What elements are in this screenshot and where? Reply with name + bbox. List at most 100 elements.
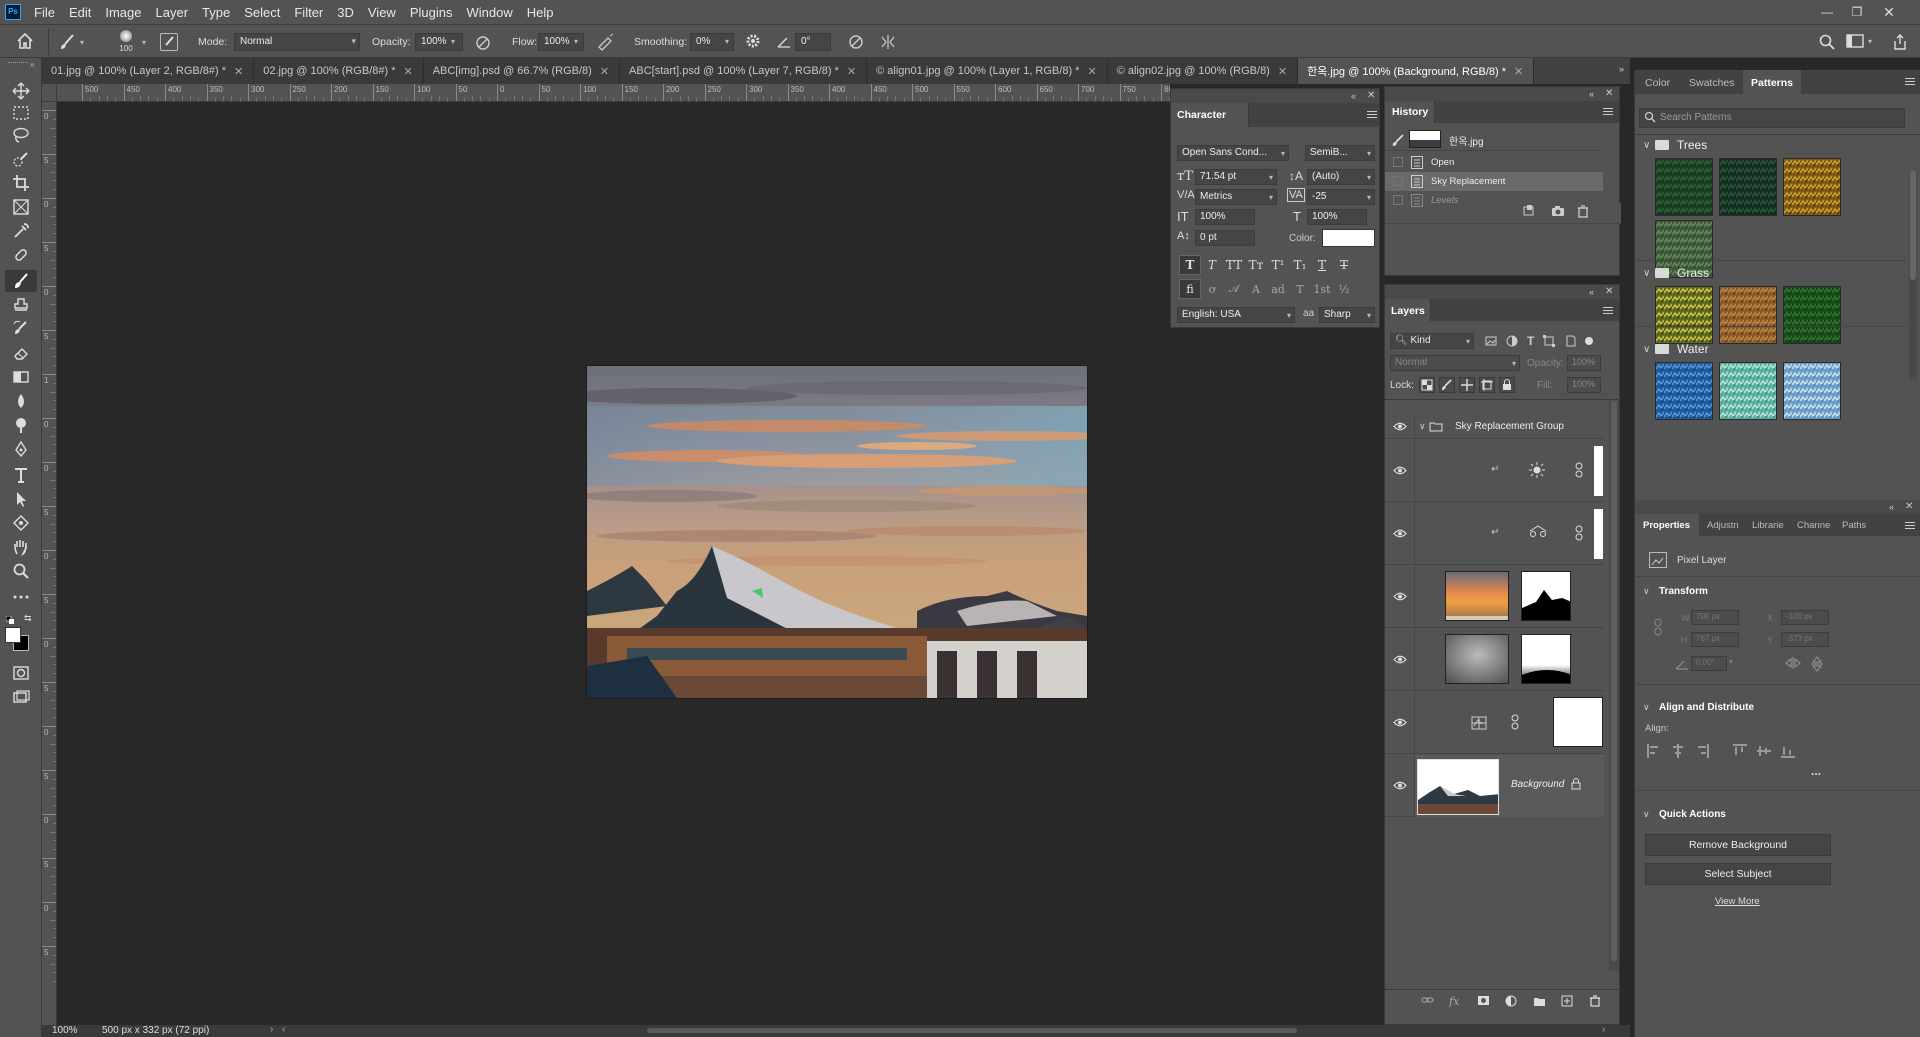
pattern-swatch[interactable] (1783, 362, 1841, 420)
lasso-tool-icon[interactable] (5, 124, 37, 146)
menu-select[interactable]: Select (244, 5, 280, 20)
tab-color[interactable]: Color (1635, 70, 1681, 94)
ruler-origin[interactable] (42, 84, 57, 102)
eye-icon[interactable] (1393, 422, 1407, 434)
pixel-layer-row[interactable] (1385, 566, 1604, 628)
tab-swatches[interactable]: Swatches (1681, 70, 1743, 94)
adjustment-layer-row[interactable]: ↵ (1385, 503, 1604, 565)
link-icon[interactable] (1575, 462, 1583, 481)
history-checkbox[interactable] (1393, 157, 1403, 167)
lock-icon[interactable] (1571, 777, 1581, 793)
document-tab[interactable]: 한옥.jpg @ 100% (Background, RGB/8) * ✕ (1298, 58, 1535, 84)
layer-thumbnail[interactable] (1445, 634, 1509, 684)
marquee-tool-icon[interactable] (5, 102, 37, 124)
healing-brush-tool-icon[interactable] (5, 244, 37, 266)
close-icon[interactable]: ✕ (1605, 286, 1613, 297)
panel-menu-icon[interactable] (1603, 307, 1613, 315)
pattern-group-grass[interactable]: Grass (1649, 266, 1709, 280)
angle-field[interactable]: 0° (795, 33, 831, 51)
menu-window[interactable]: Window (466, 5, 512, 20)
tab-patterns[interactable]: Patterns (1743, 70, 1801, 94)
filter-adjustment-icon[interactable] (1506, 335, 1518, 347)
menu-type[interactable]: Type (202, 5, 230, 20)
small-caps-icon[interactable]: Tт (1245, 255, 1267, 275)
stylistic-icon[interactable]: A (1245, 279, 1267, 299)
align-right-icon[interactable] (1695, 744, 1719, 760)
filter-shape-icon[interactable] (1543, 335, 1556, 347)
align-top-icon[interactable] (1733, 744, 1757, 760)
chevron-down-icon[interactable]: ∨ (1643, 809, 1650, 820)
close-tab-icon[interactable]: ✕ (234, 65, 243, 78)
pressure-size-icon[interactable] (847, 33, 865, 51)
share-icon[interactable] (1892, 33, 1908, 51)
lock-image-icon[interactable] (1439, 377, 1455, 393)
document-image[interactable] (587, 366, 1087, 698)
more-tools-icon[interactable] (5, 586, 37, 608)
collapse-icon[interactable]: « (1589, 89, 1594, 99)
history-item[interactable]: Levels (1385, 191, 1603, 210)
chevron-down-icon[interactable]: ▾ (1868, 37, 1872, 46)
tab-history[interactable]: History (1385, 101, 1435, 123)
brush-preset-picker[interactable]: 100 (112, 29, 140, 55)
align-hcenter-icon[interactable] (1671, 744, 1695, 760)
document-tab[interactable]: ABC[start].psd @ 100% (Layer 7, RGB/8) *… (620, 58, 868, 84)
history-checkbox[interactable] (1393, 195, 1403, 205)
adjustment-layer-row[interactable] (1385, 692, 1604, 754)
visibility-toggle[interactable] (1385, 566, 1415, 627)
horizontal-scale-field[interactable]: 100% (1307, 209, 1367, 225)
select-subject-button[interactable]: Select Subject (1645, 863, 1831, 885)
font-style-dropdown[interactable]: SemiB... ▾ (1305, 145, 1375, 161)
menu-file[interactable]: File (34, 5, 55, 20)
layer-thumbnail[interactable] (1445, 571, 1509, 621)
brush-settings-icon[interactable] (160, 33, 178, 51)
pixel-layer-row[interactable] (1385, 629, 1604, 691)
layer-mask-thumbnail[interactable] (1553, 697, 1603, 747)
document-tab[interactable]: 02.jpg @ 100% (RGB/8#) * ✕ (254, 58, 424, 84)
gradient-tool-icon[interactable] (5, 366, 37, 388)
y-field[interactable]: -373 px (1781, 632, 1829, 647)
pressure-opacity-icon[interactable] (474, 34, 492, 52)
pattern-group-water[interactable]: Water (1649, 342, 1709, 356)
chevron-down-icon[interactable]: ∨ (1643, 586, 1650, 597)
add-mask-icon[interactable] (1477, 995, 1491, 1007)
eyedropper-tool-icon[interactable] (5, 220, 37, 242)
history-item[interactable]: Sky Replacement (1385, 172, 1603, 191)
close-icon[interactable]: ✕ (1605, 88, 1613, 99)
quick-actions-title[interactable]: Quick Actions (1659, 809, 1726, 820)
pen-tool-icon[interactable] (5, 438, 37, 460)
layer-filter-kind[interactable]: 🔍︎ Kind ▾ (1390, 333, 1474, 349)
language-dropdown[interactable]: English: USA ▾ (1177, 307, 1295, 323)
visibility-toggle[interactable] (1385, 629, 1415, 690)
tab-properties[interactable]: Properties (1635, 514, 1699, 536)
menu-3d[interactable]: 3D (337, 5, 354, 20)
menu-filter[interactable]: Filter (294, 5, 323, 20)
chevron-down-icon[interactable]: ▾ (574, 37, 578, 46)
gear-icon[interactable] (745, 33, 761, 49)
layer-thumbnail[interactable] (1417, 759, 1499, 815)
tab-adjustn[interactable]: Adjustn (1699, 514, 1744, 536)
close-icon[interactable]: ✕ (1874, 0, 1904, 24)
blur-tool-icon[interactable] (5, 390, 37, 412)
search-icon[interactable] (1818, 33, 1836, 51)
adjustment-layer-icon[interactable] (1505, 995, 1519, 1007)
filter-type-icon[interactable]: T (1527, 334, 1534, 348)
crop-tool-icon[interactable] (5, 172, 37, 194)
eye-icon[interactable] (1393, 718, 1407, 730)
align-vcenter-icon[interactable] (1757, 744, 1781, 760)
opacity-field[interactable]: 100% (415, 33, 463, 51)
menu-image[interactable]: Image (105, 5, 141, 20)
eye-icon[interactable] (1393, 655, 1407, 667)
move-tool-icon[interactable] (5, 80, 37, 102)
close-tab-icon[interactable]: ✕ (600, 65, 609, 78)
toolbar-grip[interactable] (8, 62, 28, 65)
chevron-down-icon[interactable]: ∨ (1419, 421, 1426, 432)
faux-italic-icon[interactable]: T (1201, 255, 1223, 275)
collapse-icon[interactable]: « (1589, 287, 1594, 297)
view-more-link[interactable]: View More (1715, 896, 1760, 907)
faux-bold-icon[interactable]: T (1179, 255, 1201, 275)
brush-tool-icon[interactable] (5, 270, 37, 292)
align-left-icon[interactable] (1647, 744, 1671, 760)
horizontal-scrollbar[interactable] (647, 1028, 1297, 1033)
lock-artboard-icon[interactable] (1479, 377, 1495, 393)
align-section-title[interactable]: Align and Distribute (1659, 702, 1754, 713)
